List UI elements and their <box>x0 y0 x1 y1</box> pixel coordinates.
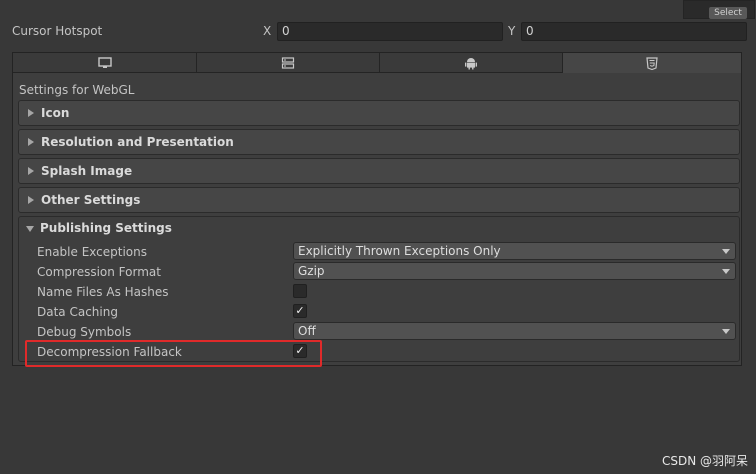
select-button[interactable]: Select <box>709 7 747 19</box>
tab-webgl[interactable] <box>563 53 741 73</box>
chevron-down-icon <box>722 329 730 334</box>
section-title: Other Settings <box>41 193 141 207</box>
android-icon <box>465 57 477 69</box>
expand-arrow-icon <box>28 196 34 204</box>
x-label: X <box>263 24 272 38</box>
section-title: Publishing Settings <box>40 221 172 235</box>
highlight-box <box>25 340 322 367</box>
tab-android[interactable] <box>380 53 563 73</box>
hotspot-x-input[interactable]: 0 <box>277 22 503 41</box>
enable-exceptions-value: Explicitly Thrown Exceptions Only <box>298 244 501 258</box>
data-caching-checkbox[interactable]: ✓ <box>293 304 307 318</box>
y-label: Y <box>508 24 516 38</box>
data-caching-label: Data Caching <box>37 305 118 319</box>
name-files-as-hashes-label: Name Files As Hashes <box>37 285 169 299</box>
enable-exceptions-dropdown[interactable]: Explicitly Thrown Exceptions Only <box>293 242 736 260</box>
section-title: Resolution and Presentation <box>41 135 234 149</box>
tab-dedicated-server[interactable] <box>197 53 380 73</box>
section-splash-image[interactable]: Splash Image <box>18 158 740 184</box>
monitor-icon <box>97 56 112 68</box>
debug-symbols-label: Debug Symbols <box>37 325 132 339</box>
watermark: CSDN @羽阿呆 <box>661 454 748 468</box>
section-publishing-settings[interactable]: Publishing Settings <box>18 216 740 242</box>
chevron-down-icon <box>722 249 730 254</box>
section-resolution-and-presentation[interactable]: Resolution and Presentation <box>18 129 740 155</box>
hotspot-y-input[interactable]: 0 <box>521 22 747 41</box>
expand-arrow-icon <box>28 109 34 117</box>
section-icon[interactable]: Icon <box>18 100 740 126</box>
section-title: Icon <box>41 106 70 120</box>
section-title: Splash Image <box>41 164 133 178</box>
debug-symbols-value: Off <box>298 324 316 338</box>
tab-standalone[interactable] <box>13 53 197 73</box>
expand-arrow-icon <box>28 138 34 146</box>
settings-for-label: Settings for WebGL <box>19 83 135 97</box>
compression-format-value: Gzip <box>298 264 325 278</box>
collapse-arrow-icon <box>26 226 34 232</box>
enable-exceptions-label: Enable Exceptions <box>37 245 147 259</box>
expand-arrow-icon <box>28 167 34 175</box>
section-other-settings[interactable]: Other Settings <box>18 187 740 213</box>
cursor-hotspot-label: Cursor Hotspot <box>12 24 103 38</box>
debug-symbols-dropdown[interactable]: Off <box>293 322 736 340</box>
server-icon <box>281 56 295 69</box>
name-files-as-hashes-checkbox[interactable] <box>293 284 307 298</box>
compression-format-label: Compression Format <box>37 265 161 279</box>
html5-icon <box>646 56 658 70</box>
compression-format-dropdown[interactable]: Gzip <box>293 262 736 280</box>
chevron-down-icon <box>722 269 730 274</box>
